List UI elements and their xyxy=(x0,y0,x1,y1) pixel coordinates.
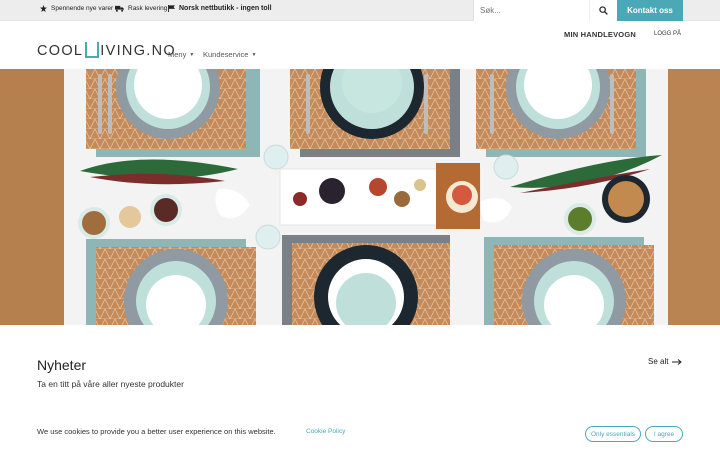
search-field[interactable] xyxy=(473,0,589,21)
hero-banner[interactable] xyxy=(0,69,720,325)
cookie-policy-link[interactable]: Cookie Policy xyxy=(306,428,345,435)
cookie-text: We use cookies to provide you a better u… xyxy=(37,427,276,436)
search-input[interactable] xyxy=(480,6,589,15)
logo[interactable]: COOL IVING.NO xyxy=(37,37,176,59)
search-icon xyxy=(599,6,608,15)
logo-mark xyxy=(85,42,100,58)
top-bar: Spennende nye varer Rask levering Norsk … xyxy=(0,0,720,21)
agree-button[interactable]: I agree xyxy=(645,426,683,442)
usp-label: Norsk nettbutikk - ingen toll xyxy=(179,5,272,12)
see-all-label: Se alt xyxy=(648,357,669,366)
nav-menu-label: Meny xyxy=(168,50,187,59)
star-icon xyxy=(40,5,47,12)
hero-image xyxy=(0,69,720,325)
usp-norwegian-store: Norsk nettbutikk - ingen toll xyxy=(168,5,272,12)
search-button[interactable] xyxy=(589,0,617,21)
news-title: Nyheter xyxy=(37,357,87,373)
site-header: COOL IVING.NO Meny ▼ Kundeservice ▼ MIN … xyxy=(0,21,720,69)
usp-label: Spennende nye varer xyxy=(51,5,114,12)
caret-down-icon: ▼ xyxy=(251,51,257,58)
usp-label: Rask levering xyxy=(128,5,168,12)
see-all-link[interactable]: Se alt xyxy=(648,357,683,366)
flag-icon xyxy=(168,5,175,12)
news-subtitle: Ta en titt på våre aller nyeste produkte… xyxy=(37,379,184,389)
contact-button[interactable]: Kontakt oss xyxy=(617,0,683,21)
arrow-right-icon xyxy=(672,358,683,365)
usp-new-items: Spennende nye varer xyxy=(40,5,113,12)
nav-customer-service-label: Kundeservice xyxy=(203,50,249,59)
cart-link[interactable]: MIN HANDLEVOGN xyxy=(564,30,636,39)
usp-fast-delivery: Rask levering xyxy=(115,5,167,12)
caret-down-icon: ▼ xyxy=(189,51,195,58)
nav-customer-service[interactable]: Kundeservice ▼ xyxy=(203,50,256,59)
logo-text-right: IVING.NO xyxy=(100,43,176,59)
nav-menu[interactable]: Meny ▼ xyxy=(168,50,194,59)
only-essentials-button[interactable]: Only essentials xyxy=(585,426,641,442)
login-link[interactable]: LOGG PÅ xyxy=(654,31,681,37)
truck-icon xyxy=(115,5,124,12)
logo-text-left: COOL xyxy=(37,43,84,59)
